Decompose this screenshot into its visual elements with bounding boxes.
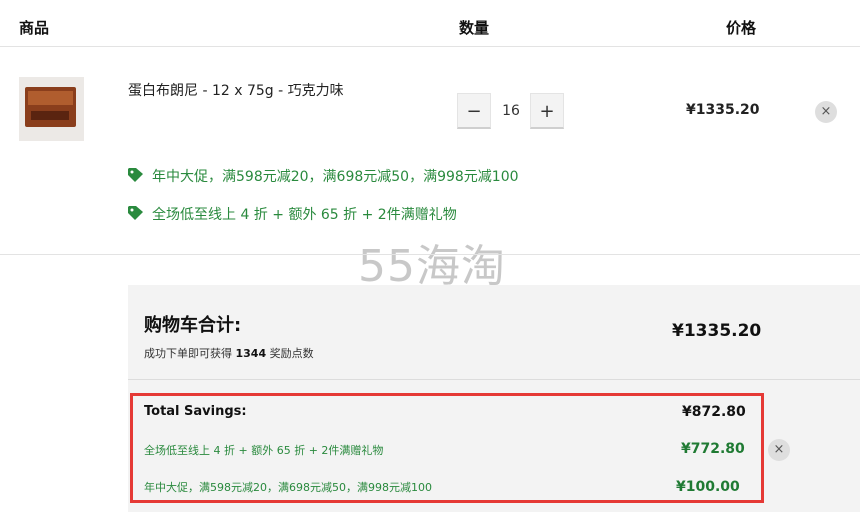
column-header-quantity: 数量	[459, 19, 490, 37]
total-savings-label: Total Savings:	[144, 404, 247, 419]
promo-line: 年中大促，满598元减20，满698元减50，满998元减100	[128, 166, 519, 186]
quantity-decrease-button[interactable]: −	[457, 93, 491, 129]
reward-suffix: 奖励点数	[266, 347, 314, 360]
quantity-increase-button[interactable]: +	[530, 93, 564, 129]
promo-line: 全场低至线上 4 折 + 额外 65 折 + 2件满赠礼物	[128, 204, 457, 224]
cart-total-title: 购物车合计:	[144, 315, 242, 336]
reward-points: 1344	[235, 347, 267, 360]
header-divider	[0, 46, 860, 47]
remove-item-close-icon[interactable]: ×	[815, 101, 837, 123]
tag-icon	[128, 168, 143, 182]
item-divider	[0, 254, 860, 255]
tag-icon	[128, 206, 143, 220]
summary-divider	[128, 379, 860, 380]
promo-text: 年中大促，满598元减20，满698元减50，满998元减100	[152, 169, 519, 185]
cart-total-amount: ¥1335.20	[672, 321, 762, 341]
promo-text: 全场低至线上 4 折 + 额外 65 折 + 2件满赠礼物	[152, 207, 457, 223]
savings-line-amount: ¥772.80	[681, 441, 745, 457]
savings-line-label: 年中大促，满598元减20，满698元减50，满998元减100	[144, 481, 432, 494]
column-header-price: 价格	[726, 19, 757, 37]
remove-promo-close-icon[interactable]: ×	[768, 439, 790, 461]
column-header-product: 商品	[19, 19, 50, 37]
product-image[interactable]	[19, 77, 84, 141]
savings-line-label: 全场低至线上 4 折 + 额外 65 折 + 2件满赠礼物	[144, 444, 384, 457]
savings-line-amount: ¥100.00	[676, 479, 740, 495]
reward-points-note: 成功下单即可获得 1344 奖励点数	[144, 345, 314, 361]
reward-prefix: 成功下单即可获得	[144, 347, 236, 360]
line-item-price: ¥1335.20	[686, 102, 760, 118]
total-savings-amount: ¥872.80	[682, 404, 746, 420]
product-name-link[interactable]: 蛋白布朗尼 - 12 x 75g - 巧克力味	[128, 80, 344, 100]
quantity-input[interactable]: 16	[493, 93, 529, 129]
